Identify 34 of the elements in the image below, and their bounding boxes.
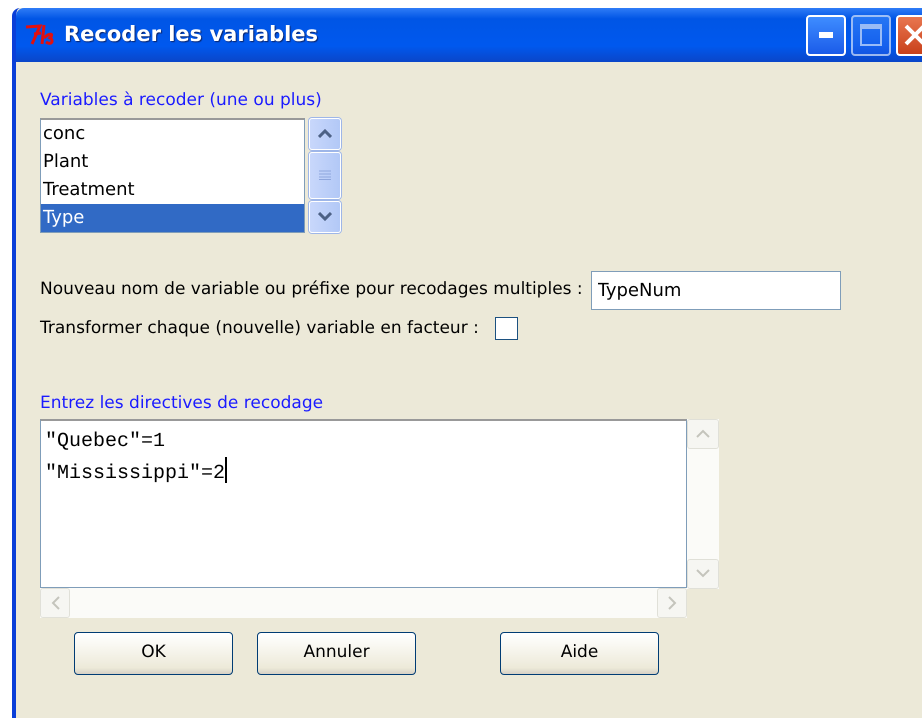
dialog-button[interactable]: Annuler	[257, 632, 416, 674]
variable-item[interactable]: conc	[41, 120, 304, 148]
grip-icon	[319, 170, 331, 180]
recode-text-area[interactable]: "Quebec"=1 "Mississippi"=2	[40, 418, 687, 588]
minimize-icon	[819, 32, 833, 38]
maximize-button[interactable]	[851, 14, 891, 56]
scroll-left-icon	[50, 596, 60, 610]
scroll-up-icon	[318, 129, 332, 138]
horizontal-scrollbar[interactable]	[40, 588, 687, 618]
dialog-button[interactable]: Aide	[500, 632, 659, 674]
scroll-up-icon	[696, 429, 710, 438]
dialog-button[interactable]: OK	[74, 632, 233, 674]
variable-name-field[interactable]: TypeNum	[590, 270, 841, 310]
scroll-right-icon	[668, 596, 676, 610]
minimize-button[interactable]	[806, 14, 846, 56]
scroll-down-icon	[318, 212, 332, 221]
factor-checkbox[interactable]	[494, 316, 518, 340]
scroll-thumb[interactable]	[309, 152, 341, 198]
text-cursor	[225, 456, 228, 482]
close-icon	[904, 24, 922, 46]
checkbox-label: Transformer chaque (nouvelle) variable en facteur :	[40, 316, 479, 340]
section-label: Entrez les directives de recodage	[40, 392, 324, 415]
variable-item[interactable]: Plant	[41, 148, 304, 176]
variable-item[interactable]: Treatment	[41, 176, 304, 204]
scroll-down-button[interactable]	[309, 200, 341, 232]
window-title: Recoder les variables	[64, 21, 318, 48]
maximize-icon	[860, 24, 882, 46]
scroll-up-button[interactable]	[309, 118, 341, 150]
scroll-down-icon	[696, 569, 710, 578]
variable-item[interactable]: Type	[41, 204, 304, 232]
vertical-scrollbar[interactable]	[687, 418, 719, 588]
section-label: Variables à recoder (une ou plus)	[40, 89, 323, 112]
field-label: Nouveau nom de variable ou préfixe pour recodages multiples :	[40, 278, 583, 302]
close-button[interactable]	[896, 14, 922, 56]
